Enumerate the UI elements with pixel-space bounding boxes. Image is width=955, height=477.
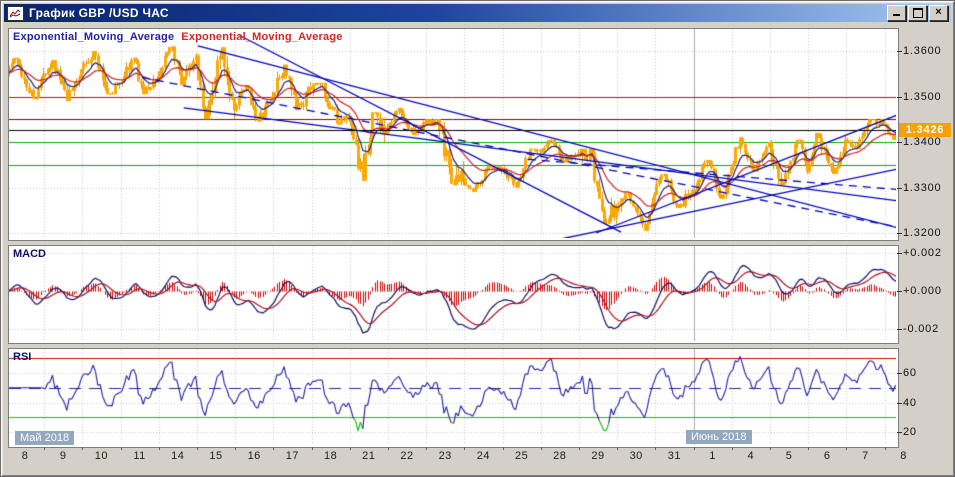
date-axis-tick <box>426 447 428 450</box>
date-axis-label: 8 <box>21 450 29 462</box>
price-axis-label: 1.3500 <box>903 90 942 103</box>
date-axis-tick <box>311 447 313 450</box>
current-price-badge: 1.3426 <box>899 123 951 137</box>
date-axis-tick <box>349 447 351 450</box>
price-axis-label: 1.3200 <box>903 227 942 239</box>
date-axis-tick <box>502 447 504 450</box>
date-axis-tick <box>387 447 389 450</box>
date-axis-tick <box>578 447 580 450</box>
date-axis-tick <box>693 447 695 450</box>
date-axis-label: 8 <box>900 450 907 462</box>
ema-label-slow: Exponential_Moving_Average <box>181 31 343 43</box>
date-axis-label: 24 <box>476 450 491 462</box>
macd-axis-label: -0.002 <box>903 323 939 335</box>
date-axis-label: 25 <box>514 450 529 462</box>
price-axis-label: 1.3400 <box>903 136 942 148</box>
date-axis-label: 1 <box>709 450 716 462</box>
date-axis-label: 30 <box>629 450 643 462</box>
date-axis-tick <box>731 447 733 450</box>
date-axis-label: 31 <box>667 450 682 462</box>
price-axis-tick <box>897 96 902 98</box>
rsi-axis-label: 60 <box>903 367 917 379</box>
date-axis-label: 18 <box>323 450 338 462</box>
date-axis-tick <box>158 447 160 450</box>
date-axis-label: 22 <box>400 450 414 462</box>
date-axis-label: 17 <box>285 450 300 462</box>
date-axis-tick <box>82 447 84 450</box>
rsi-axis-tick <box>897 373 902 374</box>
minimize-button[interactable] <box>887 5 906 21</box>
window-controls: × <box>887 5 948 21</box>
date-axis-label: 29 <box>591 450 605 462</box>
date-axis-tick <box>196 447 198 450</box>
maximize-button[interactable] <box>908 5 927 21</box>
month-label-may: Май 2018 <box>15 431 75 445</box>
price-axis-label: 1.3600 <box>903 45 942 57</box>
date-axis-label: 15 <box>209 450 223 462</box>
date-axis-tick <box>273 447 275 450</box>
date-axis-tick <box>617 447 619 450</box>
date-axis-label: 10 <box>94 450 109 462</box>
price-chart-canvas[interactable] <box>9 29 896 238</box>
price-axis-tick <box>897 51 902 52</box>
window-title: График GBP /USD ЧАС <box>29 6 169 20</box>
date-axis-tick <box>846 447 848 450</box>
date-axis-tick <box>884 447 886 450</box>
date-axis-label: 6 <box>823 450 831 462</box>
price-axis-tick <box>897 187 902 189</box>
date-axis-tick <box>120 447 122 450</box>
date-axis-tick <box>655 447 657 450</box>
ema-legend: Exponential_Moving_Average Exponential_Mo… <box>13 31 350 43</box>
date-axis-label: 5 <box>785 450 793 462</box>
date-axis-label: 9 <box>59 450 67 462</box>
macd-canvas[interactable] <box>9 246 896 341</box>
rsi-axis-label: 20 <box>903 426 917 438</box>
close-button[interactable]: × <box>929 5 948 21</box>
macd-axis-tick <box>897 291 902 292</box>
date-axis-label: 16 <box>247 450 261 462</box>
date-axis-label: 21 <box>362 450 376 462</box>
close-icon: × <box>935 6 942 18</box>
date-axis-label: 23 <box>438 450 452 462</box>
macd-axis-label: +0.002 <box>903 247 942 259</box>
rsi-axis-tick <box>897 432 902 433</box>
ema-label-fast: Exponential_Moving_Average <box>13 31 175 43</box>
month-label-june: Июнь 2018 <box>686 430 752 444</box>
chart-icon <box>7 5 24 21</box>
maximize-icon <box>912 8 923 18</box>
date-axis-label: 28 <box>553 450 567 462</box>
date-axis-label: 4 <box>747 450 755 462</box>
date-axis-label: 7 <box>862 450 869 462</box>
date-axis-tick <box>769 447 771 450</box>
macd-label: MACD <box>13 248 46 260</box>
price-axis-tick <box>897 233 902 234</box>
date-axis-label: 11 <box>133 450 146 462</box>
date-axis-tick <box>540 447 542 450</box>
minimize-icon <box>893 7 900 16</box>
macd-axis-label: +0.000 <box>903 285 942 297</box>
price-chart-panel: Exponential_Moving_Average Exponential_Mo… <box>8 28 899 241</box>
date-axis-tick <box>44 447 46 450</box>
rsi-panel: RSI <box>8 348 899 448</box>
rsi-axis-label: 40 <box>903 396 917 409</box>
date-axis-tick <box>808 447 810 450</box>
price-axis-label: 1.3300 <box>903 181 942 194</box>
title-bar[interactable]: График GBP /USD ЧАС × <box>4 4 951 22</box>
macd-panel: MACD <box>8 245 899 344</box>
rsi-axis-tick <box>897 402 902 404</box>
rsi-canvas[interactable] <box>9 349 896 445</box>
macd-axis-tick <box>897 253 902 254</box>
date-axis-tick <box>235 447 237 450</box>
price-axis-tick <box>897 142 902 143</box>
date-axis-tick <box>464 447 466 450</box>
date-axis-label: 14 <box>171 450 185 462</box>
rsi-label: RSI <box>13 351 32 363</box>
macd-axis-tick <box>897 329 902 330</box>
